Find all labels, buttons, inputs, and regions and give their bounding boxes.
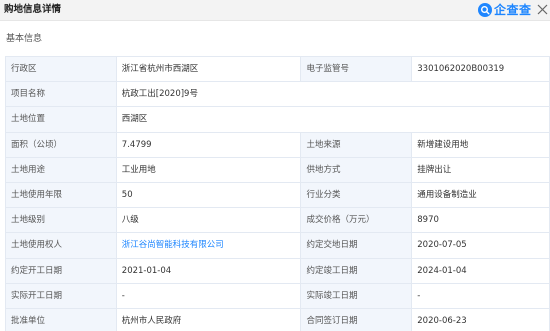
field-label: 面积（公顷） xyxy=(6,132,117,158)
field-value: 50 xyxy=(116,182,302,209)
table-row: 土地使用年限 50 行业分类 通用设备制造业 xyxy=(6,182,550,209)
field-value: - xyxy=(412,283,550,309)
field-label: 土地使用权人 xyxy=(6,233,117,259)
field-label: 实际开工日期 xyxy=(6,283,117,309)
table-row: 批准单位 杭州市人民政府 合同签订日期 2020-06-23 xyxy=(6,308,550,331)
dialog-title: 购地信息详情 xyxy=(4,4,62,15)
table-row: 面积（公顷） 7.4799 土地来源 新增建设用地 xyxy=(6,132,550,158)
field-value: 新增建设用地 xyxy=(412,132,550,158)
field-label: 项目名称 xyxy=(6,82,117,108)
field-label: 行政区 xyxy=(6,57,117,83)
field-value: 杭政工出[2020]9号 xyxy=(116,82,550,108)
field-label: 成交价格（万元） xyxy=(301,208,413,234)
field-label: 土地位置 xyxy=(6,107,117,133)
field-label: 行业分类 xyxy=(301,182,413,209)
field-value: 8970 xyxy=(412,208,550,234)
field-label: 约定交地日期 xyxy=(301,233,413,259)
field-label: 土地使用年限 xyxy=(6,182,117,209)
table-row: 约定开工日期 2021-01-04 约定竣工日期 2024-01-04 xyxy=(6,258,550,284)
field-label: 实际竣工日期 xyxy=(301,283,413,309)
field-label: 电子监管号 xyxy=(301,57,413,83)
table-row: 项目名称 杭政工出[2020]9号 xyxy=(6,82,550,108)
table-row: 土地使用权人 浙江谷尚智能科技有限公司 约定交地日期 2020-07-05 xyxy=(6,233,550,259)
dialog-header: 购地信息详情 企查查 xyxy=(0,0,550,21)
field-label: 土地级别 xyxy=(6,208,117,234)
field-value: 工业用地 xyxy=(116,157,302,183)
brand: 企查查 xyxy=(478,1,532,19)
info-table: 行政区 浙江省杭州市西湖区 电子监管号 3301062020B00319 项目名… xyxy=(5,56,550,331)
field-value: 八级 xyxy=(116,208,302,234)
table-row: 土地用途 工业用地 供地方式 挂牌出让 xyxy=(6,157,550,183)
close-icon[interactable] xyxy=(536,3,549,16)
field-label: 土地来源 xyxy=(301,132,413,158)
table-row: 土地级别 八级 成交价格（万元） 8970 xyxy=(6,208,550,234)
land-user-company-link[interactable]: 浙江谷尚智能科技有限公司 xyxy=(122,239,224,251)
field-value: 浙江省杭州市西湖区 xyxy=(116,57,302,83)
table-row: 土地位置 西湖区 xyxy=(6,107,550,133)
field-value: 3301062020B00319 xyxy=(412,57,550,83)
field-value: 挂牌出让 xyxy=(412,157,550,183)
field-value: 通用设备制造业 xyxy=(412,182,550,209)
field-value: - xyxy=(116,283,302,309)
table-row: 行政区 浙江省杭州市西湖区 电子监管号 3301062020B00319 xyxy=(6,57,550,83)
field-value: 杭州市人民政府 xyxy=(116,308,302,331)
field-label: 约定开工日期 xyxy=(6,258,117,284)
field-label: 批准单位 xyxy=(6,308,117,331)
field-value: 7.4799 xyxy=(116,132,302,158)
field-value: 2024-01-04 xyxy=(412,258,550,284)
field-value: 2020-07-05 xyxy=(412,233,550,259)
table-row: 实际开工日期 - 实际竣工日期 - xyxy=(6,283,550,309)
field-label: 合同签订日期 xyxy=(301,308,413,331)
brand-name: 企查查 xyxy=(494,3,532,17)
field-label: 约定竣工日期 xyxy=(301,258,413,284)
field-value: 2020-06-23 xyxy=(412,308,550,331)
field-value: 西湖区 xyxy=(116,107,550,133)
qichacha-logo-icon xyxy=(478,3,492,17)
field-label: 土地用途 xyxy=(6,157,117,183)
field-value-cell: 浙江谷尚智能科技有限公司 xyxy=(116,233,302,259)
field-value: 2021-01-04 xyxy=(116,258,302,284)
field-label: 供地方式 xyxy=(301,157,413,183)
section-title: 基本信息 xyxy=(6,34,43,44)
